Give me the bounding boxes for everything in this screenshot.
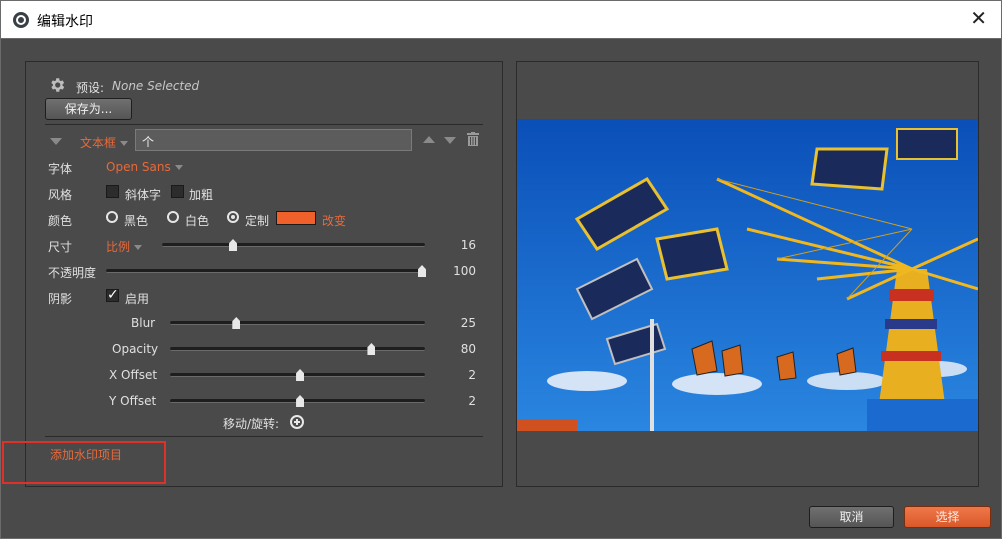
bold-checkbox[interactable] bbox=[171, 185, 184, 198]
move-up-icon[interactable] bbox=[423, 136, 435, 143]
move-down-icon[interactable] bbox=[444, 137, 456, 144]
shadow-x-offset-slider[interactable] bbox=[170, 369, 425, 381]
color-swatch[interactable] bbox=[276, 211, 316, 225]
opacity-label: 不透明度 bbox=[48, 266, 97, 280]
shadow-blur-slider[interactable] bbox=[170, 317, 425, 329]
shadow-opacity-slider-thumb[interactable] bbox=[367, 343, 376, 355]
shadow-x-offset-value: 2 bbox=[468, 368, 476, 382]
gear-icon[interactable] bbox=[48, 76, 66, 94]
style-label: 风格 bbox=[48, 188, 73, 202]
move-rotate-plus-icon[interactable] bbox=[290, 415, 304, 429]
shadow-blur-slider-thumb[interactable] bbox=[232, 317, 241, 329]
window-title: 编辑水印 bbox=[37, 14, 93, 30]
collapse-icon[interactable] bbox=[50, 138, 62, 145]
size-value: 16 bbox=[460, 238, 476, 252]
color-white-radio[interactable] bbox=[167, 211, 179, 223]
font-label: 字体 bbox=[48, 162, 73, 176]
bold-label: 加粗 bbox=[189, 188, 214, 202]
size-mode-dropdown[interactable]: 比例 bbox=[106, 238, 143, 255]
item-type-dropdown[interactable]: 文本框 bbox=[80, 134, 129, 151]
shadow-opacity-slider[interactable] bbox=[170, 343, 425, 355]
color-black-radio[interactable] bbox=[106, 211, 118, 223]
shadow-enable-label: 启用 bbox=[125, 292, 150, 306]
shadow-enable-checkbox[interactable] bbox=[106, 286, 119, 303]
italic-label: 斜体字 bbox=[125, 188, 162, 202]
save-as-button[interactable]: 保存为... bbox=[45, 98, 132, 120]
select-button[interactable]: 选择 bbox=[904, 506, 991, 528]
amusement-ride-photo bbox=[517, 119, 978, 431]
color-custom-label: 定制 bbox=[245, 214, 270, 228]
shadow-opacity-value: 80 bbox=[460, 342, 476, 356]
move-rotate-label: 移动/旋转: bbox=[223, 417, 280, 431]
size-slider[interactable] bbox=[162, 239, 425, 251]
chevron-down-icon bbox=[120, 141, 129, 146]
dialog-body: 预设: None Selected 保存为... 文本框 个 字体 Open S… bbox=[0, 38, 1002, 539]
cancel-button[interactable]: 取消 bbox=[809, 506, 894, 528]
opacity-slider[interactable] bbox=[106, 265, 426, 277]
opacity-value: 100 bbox=[453, 264, 476, 278]
shadow-blur-label: Blur bbox=[131, 316, 156, 330]
title-bar: 编辑水印 ✕ bbox=[0, 0, 1002, 38]
preview-panel bbox=[516, 61, 979, 487]
divider bbox=[45, 436, 483, 437]
size-slider-thumb[interactable] bbox=[229, 239, 237, 251]
shadow-y-offset-slider[interactable] bbox=[170, 395, 425, 407]
item-type-label: 文本框 bbox=[80, 136, 117, 150]
italic-checkbox[interactable] bbox=[106, 185, 119, 198]
preview-image bbox=[517, 119, 978, 431]
shadow-y-offset-slider-thumb[interactable] bbox=[296, 395, 305, 407]
app-logo-icon bbox=[13, 12, 29, 28]
chevron-down-icon bbox=[134, 245, 143, 250]
shadow-x-offset-label: X Offset bbox=[109, 368, 158, 382]
color-label: 颜色 bbox=[48, 214, 73, 228]
color-custom-radio[interactable] bbox=[227, 211, 239, 223]
chevron-down-icon bbox=[174, 165, 183, 170]
close-icon[interactable]: ✕ bbox=[970, 7, 987, 31]
shadow-label: 阴影 bbox=[48, 292, 73, 306]
shadow-y-offset-label: Y Offset bbox=[109, 394, 157, 408]
add-watermark-item-link[interactable]: 添加水印项目 bbox=[50, 446, 122, 463]
color-black-label: 黑色 bbox=[124, 214, 149, 228]
opacity-slider-thumb[interactable] bbox=[418, 265, 426, 277]
preset-label: 预设: bbox=[76, 81, 105, 95]
trash-icon[interactable] bbox=[467, 132, 479, 146]
shadow-x-offset-slider-thumb[interactable] bbox=[296, 369, 305, 381]
font-dropdown[interactable]: Open Sans bbox=[106, 160, 183, 174]
size-label: 尺寸 bbox=[48, 240, 73, 254]
watermark-text-input[interactable]: 个 bbox=[135, 129, 412, 151]
color-white-label: 白色 bbox=[185, 214, 210, 228]
font-value: Open Sans bbox=[106, 160, 171, 174]
preset-value: None Selected bbox=[112, 79, 200, 93]
size-mode-value: 比例 bbox=[106, 240, 131, 254]
watermark-settings-panel: 预设: None Selected 保存为... 文本框 个 字体 Open S… bbox=[25, 61, 503, 487]
shadow-y-offset-value: 2 bbox=[468, 394, 476, 408]
divider bbox=[45, 124, 483, 125]
change-color-link[interactable]: 改变 bbox=[322, 212, 346, 229]
shadow-opacity-label: Opacity bbox=[112, 342, 159, 356]
shadow-blur-value: 25 bbox=[460, 316, 476, 330]
